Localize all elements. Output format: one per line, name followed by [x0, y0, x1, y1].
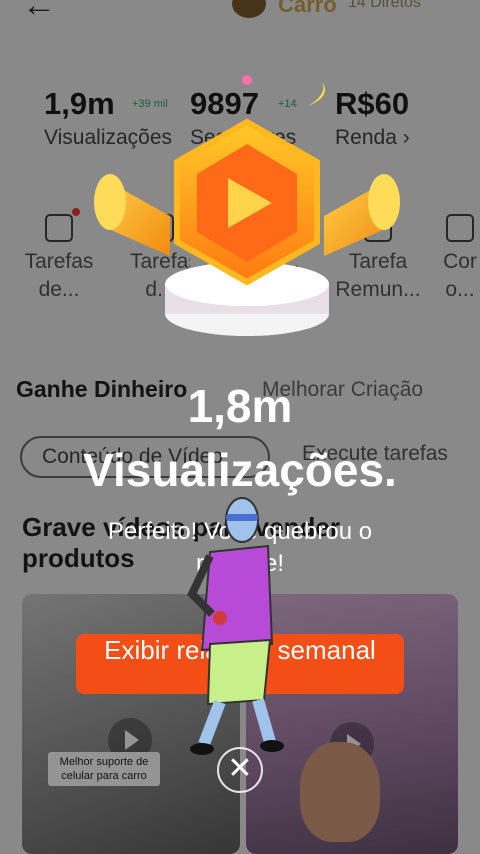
play-badge-icon — [94, 75, 400, 336]
record-label: Visualizações. — [83, 444, 397, 496]
close-icon[interactable]: ✕ — [217, 747, 263, 793]
record-value: 1,8m Visualizações. — [0, 374, 480, 502]
record-number: 1,8m — [187, 380, 293, 432]
dancer-sticker-icon — [187, 497, 284, 755]
